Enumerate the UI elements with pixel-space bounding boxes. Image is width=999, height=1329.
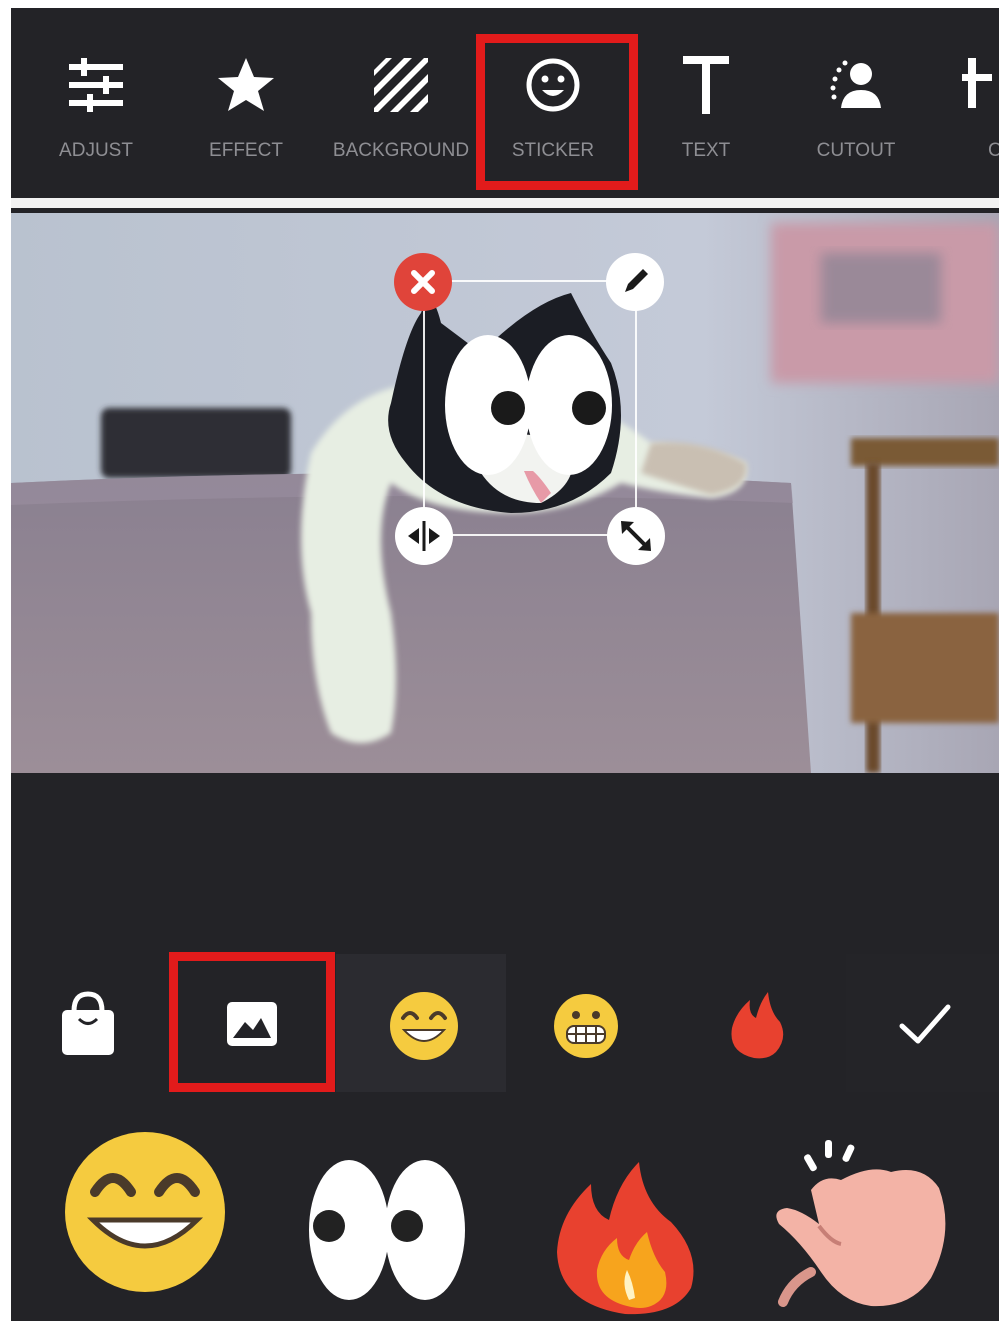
crop-icon [962,58,992,108]
googly-eyes-sticker [445,335,612,475]
sliders-icon [69,58,123,112]
tool-crop[interactable]: C [931,8,999,194]
tool-sticker[interactable]: STICKER [478,8,628,194]
tool-label: C [988,140,999,161]
photo-canvas[interactable] [11,213,999,773]
text-t-icon [683,56,729,114]
toolbar-divider [11,198,999,208]
fire-icon [731,992,784,1059]
resize-icon[interactable] [607,507,665,565]
grin-emoji-icon [390,992,458,1060]
googly-eyes-sticker[interactable] [309,1160,465,1300]
tool-adjust[interactable]: ADJUST [21,8,171,194]
sticker-category-tabs [11,952,999,1092]
clapping-hand-sticker[interactable] [776,1140,946,1307]
grinning-face-sticker[interactable] [65,1132,225,1292]
sticker-row [65,1132,946,1315]
grimace-emoji-icon [554,994,618,1058]
tool-label: EFFECT [209,140,283,161]
photo-editor-app: ADJUST EFFECT BACKGROUND STICKER TEXT CU… [11,8,999,1321]
person-cutout-icon [830,60,881,108]
tool-label: TEXT [681,140,731,161]
edit-pencil-icon[interactable] [606,253,664,311]
image-icon [227,1002,277,1046]
tool-label: CUTOUT [816,140,896,161]
star-icon [218,58,274,111]
smiley-icon [526,58,580,112]
fire-sticker[interactable] [557,1162,694,1315]
tool-text[interactable]: TEXT [631,8,781,194]
tool-label: STICKER [511,140,595,161]
sticker-grid [11,1092,999,1321]
tab-grin-emoji[interactable] [336,954,506,1092]
top-toolbar: ADJUST EFFECT BACKGROUND STICKER TEXT CU… [11,8,999,194]
tool-cutout[interactable]: CUTOUT [781,8,931,194]
tab-gallery[interactable] [166,954,336,1092]
tab-shop[interactable] [11,954,166,1092]
placed-sticker[interactable] [423,280,637,536]
flip-icon[interactable] [395,507,453,565]
tab-fire[interactable] [676,954,846,1092]
tool-label: ADJUST [59,140,133,161]
confirm-button[interactable] [846,954,999,1092]
checkmark-icon [899,1004,951,1044]
stripes-icon [374,58,428,112]
tool-effect[interactable]: EFFECT [171,8,321,194]
tab-grimace-emoji[interactable] [506,954,676,1092]
delete-icon[interactable] [394,253,452,311]
tool-background[interactable]: BACKGROUND [326,8,476,194]
tool-label: BACKGROUND [332,140,470,161]
shopping-bag-icon [62,991,114,1055]
